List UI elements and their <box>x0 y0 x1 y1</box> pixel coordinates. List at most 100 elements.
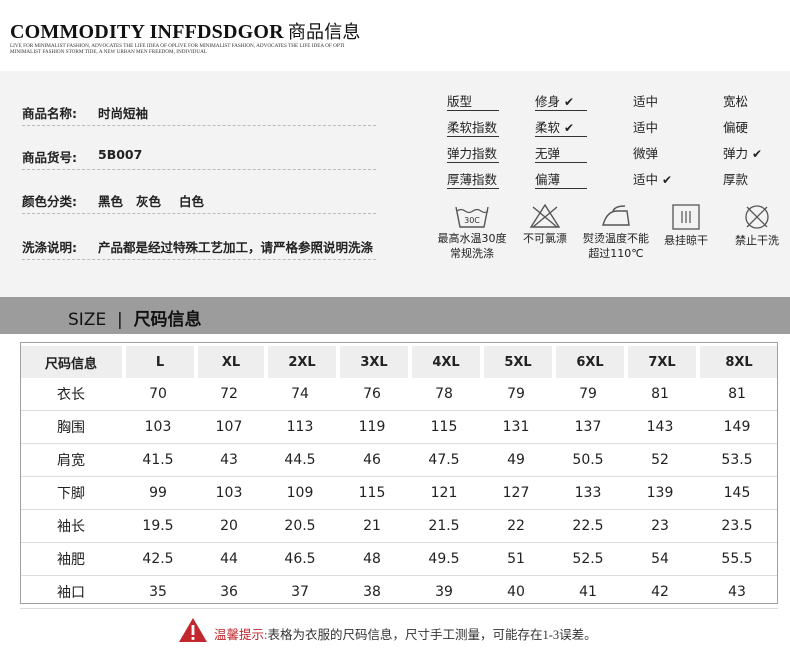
size-cell: 23 <box>624 510 696 543</box>
attribute-row: 柔软指数 柔软 ✔ 适中 偏硬 <box>447 111 777 137</box>
size-cell: 下脚 <box>20 477 122 510</box>
attribute-name: 弹力指数 <box>447 146 498 161</box>
size-cell: 52.5 <box>552 543 624 576</box>
size-cell: 79 <box>552 378 624 411</box>
size-cell: 143 <box>624 411 696 444</box>
size-cell: 139 <box>624 477 696 510</box>
care-label: 悬挂晾干 <box>664 234 708 247</box>
hang-dry-icon <box>672 204 700 230</box>
table-row: 衣长 70 72 74 76 78 79 79 81 81 <box>20 378 778 411</box>
size-header-cell: 4XL <box>408 342 480 378</box>
size-cell: 袖长 <box>20 510 122 543</box>
size-header-cell: 3XL <box>336 342 408 378</box>
attribute-option: 厚款 <box>723 172 749 187</box>
size-cell: 131 <box>480 411 552 444</box>
size-cell: 袖肥 <box>20 543 122 576</box>
size-cell: 43 <box>194 444 264 477</box>
size-cell: 113 <box>264 411 336 444</box>
size-cell: 47.5 <box>408 444 480 477</box>
product-info-panel: 商品名称: 时尚短袖 商品货号: 5B007 颜色分类: 黑色 灰色 白色 洗涤… <box>0 71 790 297</box>
size-cell: 52 <box>624 444 696 477</box>
attribute-option: 无弹 <box>535 146 561 161</box>
size-section-title: SIZE | 尺码信息 <box>68 310 202 330</box>
attribute-option: 偏薄 <box>535 172 561 187</box>
notice-text: 温馨提示:表格为衣服的尺码信息，尺寸手工测量，可能存在1-3误差。 <box>214 624 597 643</box>
size-table-grid: 尺码信息 L XL 2XL 3XL 4XL 5XL 6XL 7XL 8XL 衣长 70 72 74 76 7… <box>20 342 778 609</box>
size-cell: 38 <box>336 576 408 609</box>
care-label: 禁止干洗 <box>735 234 779 247</box>
size-cell: 21.5 <box>408 510 480 543</box>
brand-title: COMMODITY INFFDSDGOR 商品信息 <box>10 21 361 43</box>
product-color-row: 颜色分类: 黑色 灰色 白色 <box>22 169 376 214</box>
check-icon: ✔ <box>662 173 673 187</box>
no-bleach-icon <box>529 203 561 228</box>
attribute-option: 偏硬 <box>723 120 749 135</box>
attribute-name: 厚薄指数 <box>447 172 498 187</box>
attribute-name: 柔软指数 <box>447 120 498 135</box>
size-header-cell: L <box>122 342 194 378</box>
product-color-label: 颜色分类: <box>22 194 77 209</box>
care-iron: 熨烫温度不能 超过110℃ <box>576 203 656 261</box>
size-cell: 133 <box>552 477 624 510</box>
attribute-option: 修身 ✔ <box>535 94 575 109</box>
product-name-row: 商品名称: 时尚短袖 <box>22 81 376 126</box>
size-cell: 42.5 <box>122 543 194 576</box>
size-cell: 43 <box>696 576 778 609</box>
attribute-option: 宽松 <box>723 94 749 109</box>
warning-icon <box>179 618 207 642</box>
care-label: 常规洗涤 <box>450 247 494 260</box>
size-cell: 41.5 <box>122 444 194 477</box>
notice-label: 温馨提示: <box>214 628 268 642</box>
size-cell: 137 <box>552 411 624 444</box>
table-row: 袖长 19.5 20 20.5 21 21.5 22 22.5 23 23.5 <box>20 510 778 543</box>
size-cell: 103 <box>122 411 194 444</box>
wash-30-icon: 30C <box>455 206 489 228</box>
size-cell: 119 <box>336 411 408 444</box>
attribute-option: 微弹 <box>633 146 659 161</box>
attribute-option: 弹力 ✔ <box>723 146 763 161</box>
size-cell: 44.5 <box>264 444 336 477</box>
size-cell: 50.5 <box>552 444 624 477</box>
size-cell: 127 <box>480 477 552 510</box>
size-cell: 22.5 <box>552 510 624 543</box>
no-tumble-dry-icon <box>745 205 769 229</box>
size-cell: 74 <box>264 378 336 411</box>
check-icon: ✔ <box>752 147 763 161</box>
attribute-row: 厚薄指数 偏薄 适中 ✔ 厚款 <box>447 163 777 189</box>
brand-tagline: LIVE FOR MINIMALIST FASHION, ADVOCATES T… <box>10 43 345 56</box>
product-name-value: 时尚短袖 <box>98 106 149 121</box>
size-cell: 49.5 <box>408 543 480 576</box>
size-cell: 76 <box>336 378 408 411</box>
color-option: 黑色 <box>98 194 124 209</box>
size-cell: 121 <box>408 477 480 510</box>
svg-text:30C: 30C <box>464 216 480 225</box>
size-cell: 19.5 <box>122 510 194 543</box>
product-sku-value: 5B007 <box>98 147 143 162</box>
table-row: 胸围 103 107 113 119 115 131 137 143 149 <box>20 411 778 444</box>
size-cell: 20.5 <box>264 510 336 543</box>
size-cell: 54 <box>624 543 696 576</box>
size-cell: 78 <box>408 378 480 411</box>
size-cell: 肩宽 <box>20 444 122 477</box>
size-cell: 49 <box>480 444 552 477</box>
product-sku-row: 商品货号: 5B007 <box>22 125 376 170</box>
product-wash-row: 洗涤说明: 产品都是经过特殊工艺加工，请严格参照说明洗涤 <box>22 215 376 260</box>
size-header-cell: XL <box>194 342 264 378</box>
check-icon: ✔ <box>564 121 575 135</box>
size-cell: 袖口 <box>20 576 122 609</box>
iron-icon <box>602 205 630 226</box>
size-cell: 46 <box>336 444 408 477</box>
attribute-option: 柔软 ✔ <box>535 120 575 135</box>
table-row: 下脚 99 103 109 115 121 127 133 139 145 <box>20 477 778 510</box>
size-header-cell: 8XL <box>696 342 778 378</box>
care-label: 最高水温30度 <box>437 232 507 245</box>
size-section-bar: SIZE | 尺码信息 <box>0 297 790 334</box>
table-row: 肩宽 41.5 43 44.5 46 47.5 49 50.5 52 53.5 <box>20 444 778 477</box>
check-icon: ✔ <box>564 95 575 109</box>
size-cell: 39 <box>408 576 480 609</box>
product-wash-label: 洗涤说明: <box>22 240 77 255</box>
size-header-cell: 6XL <box>552 342 624 378</box>
attribute-option: 适中 <box>633 120 659 135</box>
attribute-row: 版型 修身 ✔ 适中 宽松 <box>447 85 777 111</box>
product-sku-label: 商品货号: <box>22 150 77 165</box>
